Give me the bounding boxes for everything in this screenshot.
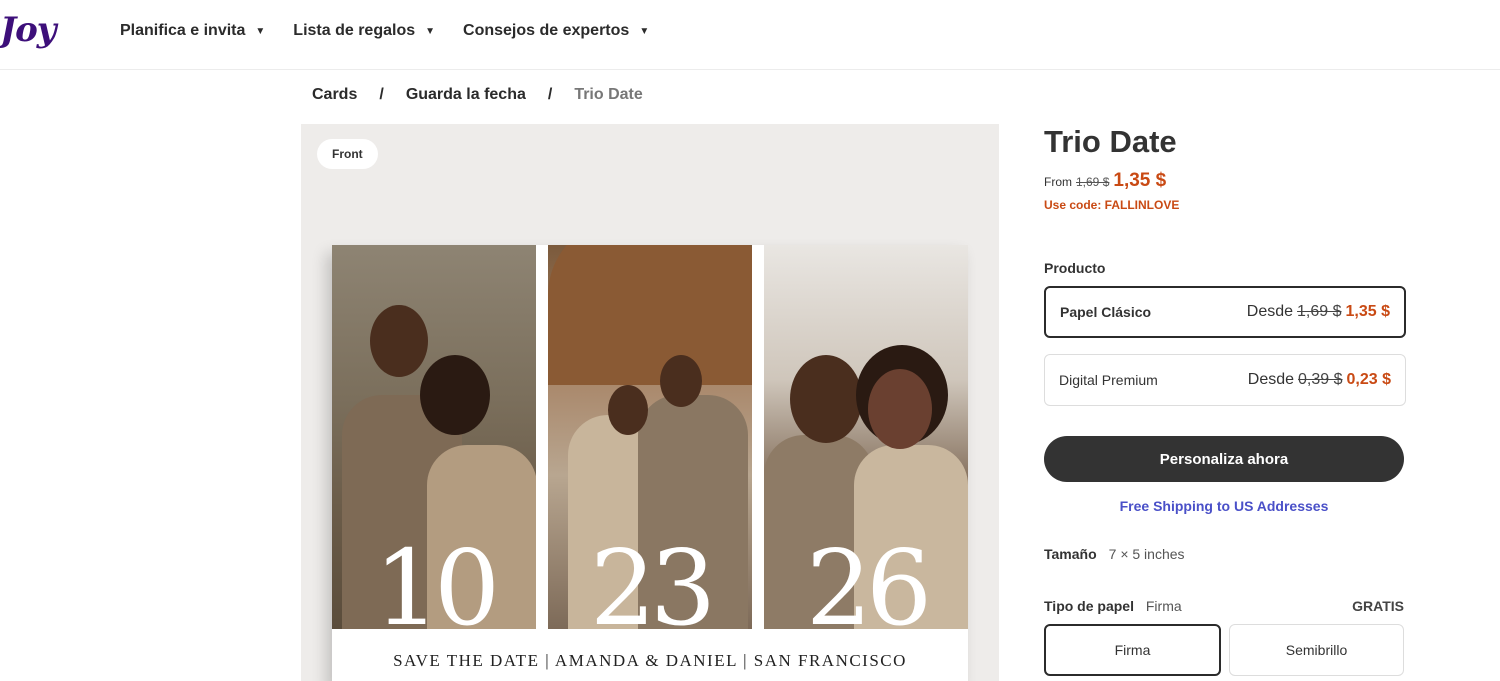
date-digit-year: 26	[805, 527, 932, 629]
product-preview: Front 10 23 26 SAVE THE DATE | AMANDA & …	[301, 124, 999, 681]
option-now-price: 0,23 $	[1346, 371, 1391, 388]
option-now-price: 1,35 $	[1345, 303, 1390, 320]
price-row: From 1,69 $ 1,35 $	[1044, 170, 1406, 192]
couple-photo-1: 10	[332, 245, 536, 629]
chevron-down-icon: ▼	[639, 25, 650, 37]
breadcrumb-current: Trio Date	[574, 86, 643, 103]
breadcrumb-separator: /	[547, 86, 553, 103]
card-caption: SAVE THE DATE | AMANDA & DANIEL | SAN FR…	[393, 651, 907, 670]
date-digit-month: 10	[373, 527, 500, 629]
option-digital-premium[interactable]: Digital Premium Desde 0,39 $ 0,23 $	[1044, 354, 1406, 406]
couple-photo-2: 23	[548, 245, 752, 629]
paper-type-row: Tipo de papel Firma GRATIS	[1044, 598, 1404, 614]
paper-type-label: Tipo de papel	[1044, 598, 1134, 614]
paper-option-semibrillo[interactable]: Semibrillo	[1229, 624, 1404, 676]
front-side-pill[interactable]: Front	[317, 139, 378, 169]
nav-label: Planifica e invita	[120, 22, 246, 39]
option-price: Desde 0,39 $ 0,23 $	[1248, 371, 1391, 389]
option-old-price: 1,69 $	[1297, 303, 1342, 320]
paper-options: Firma Semibrillo	[1044, 624, 1404, 676]
option-name: Digital Premium	[1059, 372, 1158, 388]
joy-logo[interactable]: Joy	[0, 10, 57, 50]
couple-photo-3: 26	[764, 245, 968, 629]
option-papel-clasico[interactable]: Papel Clásico Desde 1,69 $ 1,35 $	[1044, 286, 1406, 338]
desde-label: Desde	[1247, 371, 1295, 388]
from-label: From	[1044, 175, 1072, 189]
breadcrumb-cards[interactable]: Cards	[312, 86, 357, 104]
breadcrumb: Cards / Guarda la fecha / Trio Date	[312, 86, 643, 104]
card-mockup: 10 23 26 SAVE THE DATE | AMANDA & DANIEL…	[332, 245, 968, 681]
free-shipping-link[interactable]: Free Shipping to US Addresses	[1044, 498, 1404, 514]
product-section-label: Producto	[1044, 260, 1106, 276]
nav-label: Lista de regalos	[293, 22, 416, 39]
option-name: Papel Clásico	[1060, 304, 1152, 320]
top-header: Joy Planifica e invita ▼ Lista de regalo…	[0, 0, 1500, 70]
chevron-down-icon: ▼	[425, 25, 436, 37]
paper-option-firma[interactable]: Firma	[1044, 624, 1221, 676]
size-label: Tamaño	[1044, 546, 1097, 562]
nav-consejos[interactable]: Consejos de expertos ▼	[463, 22, 649, 40]
nav-planifica[interactable]: Planifica e invita ▼	[120, 22, 265, 40]
breadcrumb-guarda-la-fecha[interactable]: Guarda la fecha	[406, 86, 526, 104]
breadcrumb-separator: /	[379, 86, 384, 103]
paper-type-value: Firma	[1145, 598, 1182, 614]
paper-price-badge: GRATIS	[1352, 598, 1404, 614]
product-title: Trio Date	[1044, 124, 1177, 159]
desde-label: Desde	[1246, 303, 1294, 320]
size-row: Tamaño 7 × 5 inches	[1044, 546, 1406, 562]
option-price: Desde 1,69 $ 1,35 $	[1247, 303, 1390, 321]
date-digit-day: 23	[589, 527, 716, 629]
nav-lista-regalos[interactable]: Lista de regalos ▼	[293, 22, 435, 40]
current-price: 1,35 $	[1113, 170, 1167, 191]
promo-code: Use code: FALLINLOVE	[1044, 198, 1180, 212]
main-nav: Planifica e invita ▼ Lista de regalos ▼ …	[120, 22, 649, 40]
personaliza-button[interactable]: Personaliza ahora	[1044, 436, 1404, 482]
option-old-price: 0,39 $	[1298, 371, 1343, 388]
old-price: 1,69 $	[1076, 175, 1110, 189]
chevron-down-icon: ▼	[255, 25, 266, 37]
nav-label: Consejos de expertos	[463, 22, 630, 39]
product-panel: Trio Date From 1,69 $ 1,35 $ Use code: F…	[1044, 124, 1406, 676]
size-value: 7 × 5 inches	[1108, 546, 1185, 562]
